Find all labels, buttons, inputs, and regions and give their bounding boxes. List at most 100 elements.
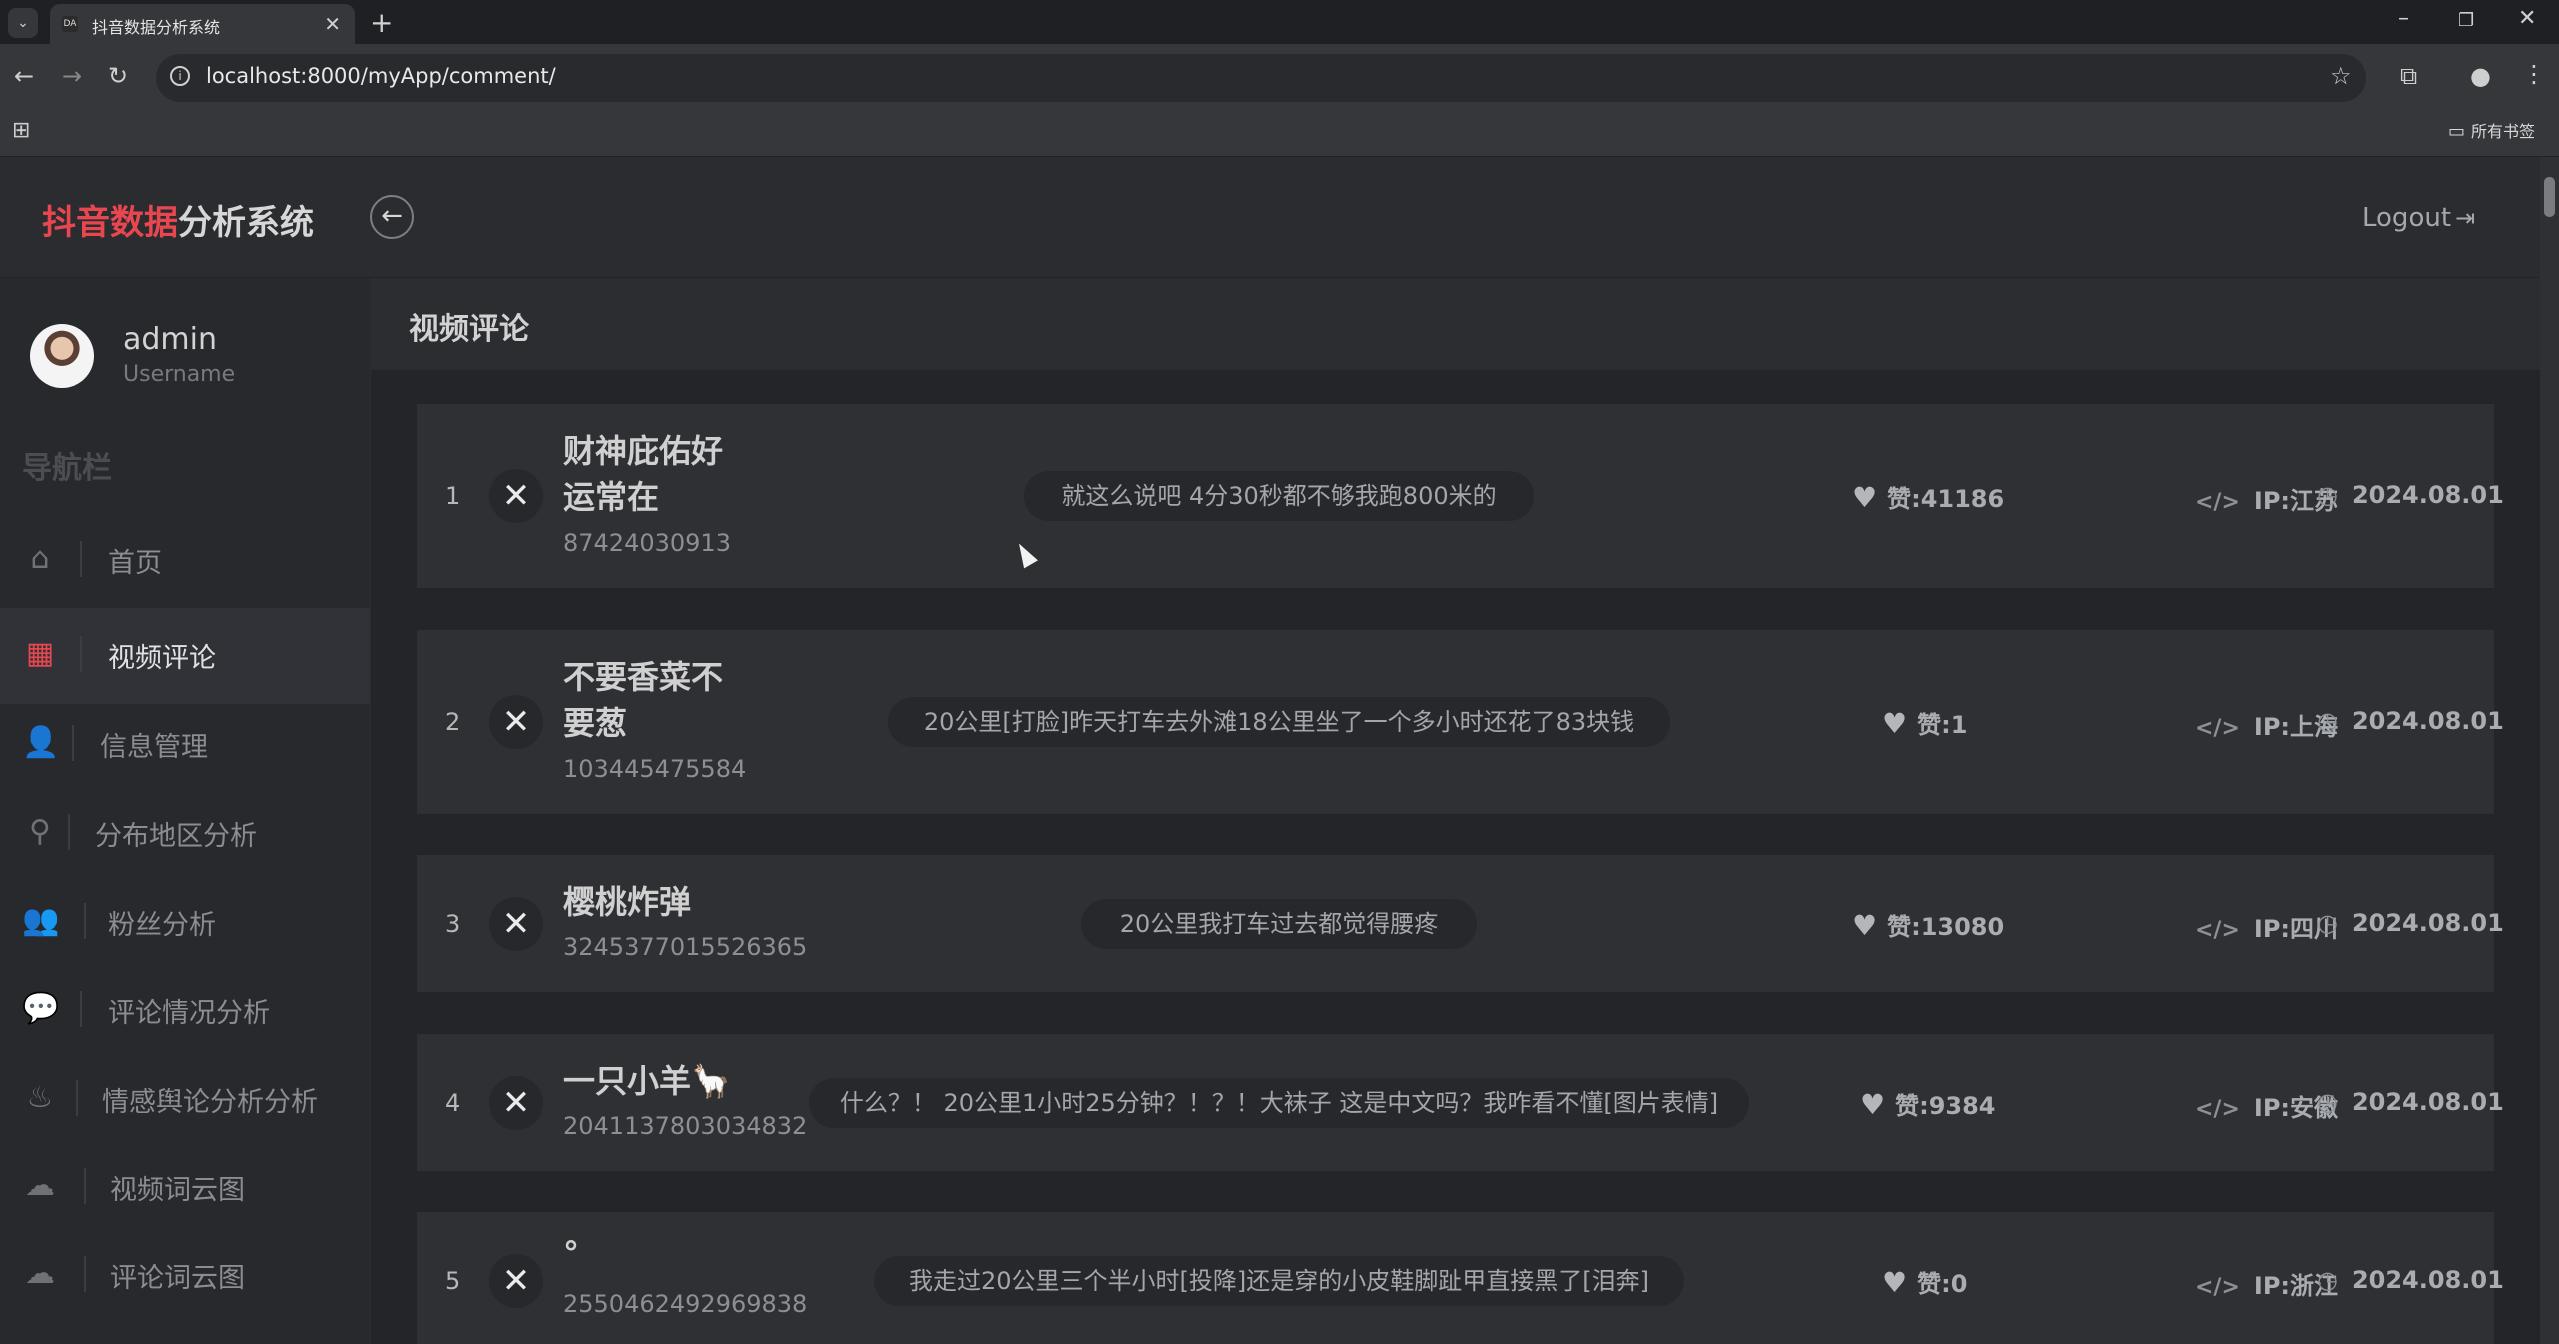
comment-author: 财神庇佑好 <box>563 432 724 470</box>
clock-icon: ◷ <box>2317 909 2338 937</box>
sidebar-item-fans-analysis[interactable]: 👥 粉丝分析 <box>0 875 370 971</box>
row-index: 5 <box>445 1267 461 1295</box>
user-id: 103445475584 <box>563 755 747 783</box>
back-arrow-icon[interactable]: ← <box>14 62 34 90</box>
page-scrollbar[interactable] <box>2540 157 2559 1344</box>
url-text[interactable]: localhost:8000/myApp/comment/ <box>206 64 556 88</box>
window-close-icon[interactable]: ✕ <box>2518 6 2536 31</box>
comment-list: 1 ✕ 财神庇佑好 运常在 87424030913 就这么说吧 4分30秒都不够… <box>371 371 2540 1344</box>
clock-icon: ◷ <box>2317 707 2338 735</box>
date-value: 2024.08.01 <box>2351 481 2504 509</box>
tab-title: 抖音数据分析系统 <box>92 18 221 37</box>
comment-row: 3 ✕ 樱桃炸弹 3245377015526365 20公里我打车过去都觉得腰疼… <box>417 855 2504 992</box>
user-id: 2550462492969838 <box>563 1290 808 1318</box>
scrollbar-thumb[interactable] <box>2544 177 2555 217</box>
sidebar-toggle-arrow-icon[interactable]: ← <box>370 195 414 239</box>
likes-count: ♥ 赞:1 <box>1882 705 1967 740</box>
cloud-upload-icon: ☁ <box>25 1168 55 1203</box>
sidebar-item-label: 视频评论 <box>108 643 216 674</box>
comment-date: ◷ 2024.08.01 <box>2317 481 2504 509</box>
code-icon: </> <box>2195 1275 2240 1300</box>
all-bookmarks-label: 所有书签 <box>2471 122 2536 141</box>
avatar <box>30 324 94 388</box>
tab-close-icon[interactable]: ✕ <box>324 12 341 36</box>
brand-text: 分析系统 <box>178 203 314 243</box>
date-value: 2024.08.01 <box>2351 1088 2504 1116</box>
cloud-upload-icon: ☁ <box>25 1256 55 1291</box>
comment-author: 不要香菜不 <box>563 658 724 696</box>
nav-heading: 导航栏 <box>22 451 112 486</box>
likes-value: 赞:13080 <box>1887 913 2005 941</box>
comment-text: 20公里[打脸]昨天打车去外滩18公里坐了一个多小时还花了83块钱 <box>888 697 1670 747</box>
nav-divider <box>84 903 86 939</box>
logout-button[interactable]: Logout ⇥ <box>2362 203 2475 233</box>
tab-list-chevron-icon[interactable]: ⌄ <box>8 8 38 38</box>
apps-grid-icon[interactable]: ⊞ <box>12 118 30 143</box>
likes-count: ♥ 赞:0 <box>1882 1264 1967 1299</box>
delete-x-icon[interactable]: ✕ <box>489 1076 543 1130</box>
profile-icon[interactable]: ● <box>2470 62 2491 90</box>
comment-author: 一只小羊🦙 <box>563 1062 731 1100</box>
nav-divider <box>76 1080 78 1116</box>
user-name: admin <box>123 322 217 357</box>
sidebar-item-region-analysis[interactable]: ⚲ 分布地区分析 <box>0 786 370 882</box>
likes-count: ♥ 赞:41186 <box>1852 479 2004 514</box>
clock-icon: ◷ <box>2317 1266 2338 1294</box>
app-root: 抖音数据分析系统 ← Logout ⇥ admin Username 导航栏 ⌂ … <box>0 157 2540 1344</box>
code-icon: </> <box>2195 918 2240 943</box>
comment-date: ◷ 2024.08.01 <box>2317 1088 2504 1116</box>
comment-icon: 💬 <box>22 991 60 1026</box>
comment-date: ◷ 2024.08.01 <box>2317 909 2504 937</box>
minimize-icon[interactable]: – <box>2398 6 2409 31</box>
comment-row: 4 ✕ 一只小羊🦙 2041137803034832 什么？！ 20公里1小时2… <box>417 1034 2504 1171</box>
forward-arrow-icon[interactable]: → <box>62 62 82 90</box>
sidebar: admin Username 导航栏 ⌂ 首页 ▦ 视频评论 👤 信息管理 ⚲ … <box>0 278 370 1344</box>
restore-icon[interactable]: ❐ <box>2458 10 2474 31</box>
code-icon: </> <box>2195 1097 2240 1122</box>
sidebar-item-label: 评论词云图 <box>110 1263 245 1294</box>
nav-divider <box>80 991 82 1027</box>
delete-x-icon[interactable]: ✕ <box>489 469 543 523</box>
browser-menu-icon[interactable]: ⋮ <box>2522 60 2546 88</box>
sidebar-item-comment-analysis[interactable]: 💬 评论情况分析 <box>0 963 370 1059</box>
sidebar-item-info-management[interactable]: 👤 信息管理 <box>0 697 370 793</box>
reload-icon[interactable]: ↻ <box>108 62 128 90</box>
likes-count: ♥ 赞:13080 <box>1852 907 2004 942</box>
brand-logo[interactable]: 抖音数据分析系统 <box>42 195 314 244</box>
nav-divider <box>72 725 74 761</box>
comment-author-continued: 运常在 <box>563 478 660 516</box>
sidebar-item-video-comments[interactable]: ▦ 视频评论 <box>0 608 370 704</box>
row-index: 1 <box>445 482 461 510</box>
sidebar-item-label: 信息管理 <box>100 732 208 763</box>
browser-tab[interactable]: DA 抖音数据分析系统 ✕ <box>50 4 355 44</box>
sidebar-item-home[interactable]: ⌂ 首页 <box>0 513 370 609</box>
nav-divider <box>84 1256 86 1292</box>
comment-date: ◷ 2024.08.01 <box>2317 707 2504 735</box>
comment-row: 2 ✕ 不要香菜不 要葱 103445475584 20公里[打脸]昨天打车去外… <box>417 630 2504 814</box>
sidebar-item-comment-wordcloud[interactable]: ☁ 评论词云图 <box>0 1228 370 1324</box>
all-bookmarks-button[interactable]: ▭ 所有书签 <box>2448 118 2535 142</box>
comment-author: ° <box>563 1234 579 1272</box>
heart-icon: ♥ <box>1852 909 1878 942</box>
heart-icon: ♥ <box>1860 1088 1886 1121</box>
bookmark-star-icon[interactable]: ☆ <box>2330 62 2352 90</box>
row-index: 4 <box>445 1089 461 1117</box>
delete-x-icon[interactable]: ✕ <box>489 1254 543 1308</box>
new-tab-icon[interactable]: + <box>370 6 393 39</box>
nav-divider <box>80 541 82 577</box>
comment-author-continued: 要葱 <box>563 704 628 742</box>
likes-value: 赞:9384 <box>1895 1092 1996 1120</box>
delete-x-icon[interactable]: ✕ <box>489 897 543 951</box>
sidebar-item-sentiment-analysis[interactable]: ♨ 情感舆论分析分析 <box>0 1052 370 1148</box>
nav-divider <box>68 814 70 850</box>
home-icon: ⌂ <box>30 541 50 576</box>
likes-value: 赞:41186 <box>1887 485 2005 513</box>
likes-value: 赞:1 <box>1917 711 1968 739</box>
extensions-icon[interactable]: ⧉ <box>2400 62 2417 90</box>
delete-x-icon[interactable]: ✕ <box>489 695 543 749</box>
user-icon: 👤 <box>22 725 60 760</box>
sidebar-item-label: 分布地区分析 <box>95 821 257 852</box>
sidebar-item-video-wordcloud[interactable]: ☁ 视频词云图 <box>0 1140 370 1236</box>
site-info-icon[interactable]: i <box>170 66 190 86</box>
page-title: 视频评论 <box>409 312 529 347</box>
